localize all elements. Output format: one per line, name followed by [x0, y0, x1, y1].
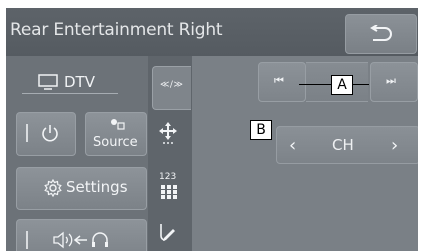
- callout-a: A: [331, 75, 353, 95]
- indicator-bar: [26, 124, 28, 142]
- keypad-button[interactable]: 123: [158, 172, 182, 202]
- skip-next-button[interactable]: ⏭: [370, 62, 418, 102]
- tab-skip-mode-label: ≪/≫: [160, 80, 184, 90]
- skip-next-icon: ⏭: [386, 74, 396, 87]
- touch-pencil-icon[interactable]: [156, 222, 178, 244]
- channel-selector: ‹ CH ›: [276, 126, 418, 164]
- return-arrow-icon: [370, 25, 392, 41]
- source-icon: [111, 119, 125, 130]
- move-arrows-icon[interactable]: [156, 120, 180, 146]
- settings-label: Settings: [66, 178, 128, 196]
- left-panel: DTV Source Settings: [6, 56, 148, 251]
- rear-entertainment-screen: Rear Entertainment Right DTV Source Sett…: [6, 8, 418, 251]
- power-button[interactable]: [16, 112, 76, 156]
- header-bar: Rear Entertainment Right: [6, 8, 418, 56]
- keypad-icon: [161, 185, 177, 199]
- indicator-bar: [26, 231, 28, 249]
- source-button-label: Source: [93, 135, 138, 150]
- source-button[interactable]: Source: [85, 112, 147, 156]
- tab-skip-mode[interactable]: ≪/≫: [152, 66, 191, 110]
- source-name: DTV: [64, 73, 95, 91]
- divider: [22, 93, 118, 94]
- audio-output-button[interactable]: [16, 219, 147, 251]
- channel-down-button[interactable]: ‹: [289, 135, 296, 156]
- power-icon: [42, 125, 58, 142]
- skip-previous-icon: ⏮: [274, 74, 284, 87]
- skip-previous-button[interactable]: ⏮: [258, 62, 306, 102]
- channel-up-button[interactable]: ›: [391, 135, 398, 156]
- mode-tabs-column: ≪/≫ 123: [148, 56, 192, 251]
- callout-a-line-left: [299, 84, 331, 85]
- gear-icon: [44, 179, 62, 197]
- speaker-to-headphones-icon: [53, 231, 108, 249]
- callout-b: B: [250, 120, 272, 140]
- keypad-label: 123: [159, 172, 177, 182]
- back-button[interactable]: [345, 14, 417, 54]
- control-panel: ⏮ ⏭ ‹ CH ›: [192, 56, 418, 251]
- settings-button[interactable]: Settings: [16, 167, 147, 210]
- monitor-icon: [38, 74, 58, 90]
- channel-label: CH: [332, 136, 354, 154]
- page-title: Rear Entertainment Right: [10, 20, 223, 40]
- callout-a-line-right: [353, 84, 369, 85]
